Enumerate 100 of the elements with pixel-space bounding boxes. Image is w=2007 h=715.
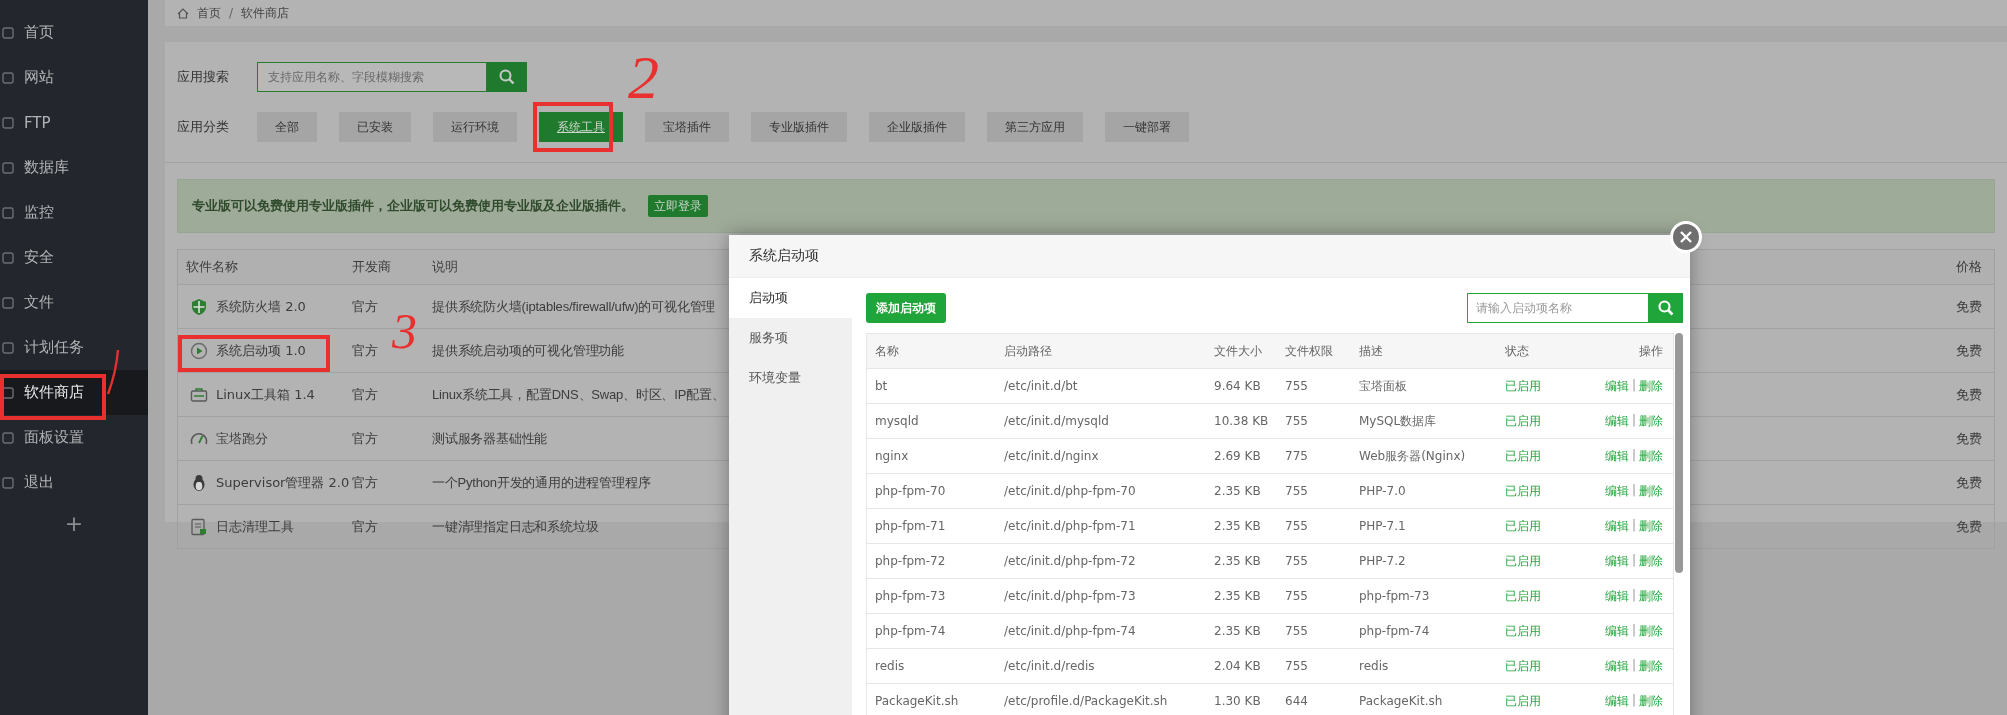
column-header: 文件权限 xyxy=(1284,342,1334,360)
status-text: 已启用 xyxy=(1504,692,1542,710)
software-name[interactable]: Supervisor管理器 2.0 xyxy=(216,473,350,492)
software-name[interactable]: 日志清理工具 xyxy=(216,517,294,536)
table-cell-text: 755 xyxy=(1284,659,1309,673)
table-cell-text: 免费 xyxy=(1955,385,1983,404)
table-cell-text: 755 xyxy=(1284,624,1309,638)
category-tab[interactable]: 运行环境 xyxy=(433,112,517,142)
delete-link[interactable]: 删除 xyxy=(1639,377,1664,395)
sidebar-item[interactable]: 首页 xyxy=(0,10,148,55)
category-tab[interactable]: 已安装 xyxy=(339,112,411,142)
edit-link[interactable]: 编辑 xyxy=(1605,587,1629,605)
sidebar-item[interactable]: 网站 xyxy=(0,55,148,100)
table-cell-text: 775 xyxy=(1284,449,1309,463)
login-button[interactable]: 立即登录 xyxy=(648,195,708,217)
edit-link[interactable]: 编辑 xyxy=(1605,517,1629,535)
delete-link[interactable]: 删除 xyxy=(1639,622,1664,640)
category-tab[interactable]: 企业版插件 xyxy=(869,112,965,142)
category-tab[interactable]: 全部 xyxy=(257,112,317,142)
table-cell-text: 755 xyxy=(1284,379,1309,393)
table-cell-text: 提供系统启动项的可视化管理功能 xyxy=(431,341,624,360)
delete-link[interactable]: 删除 xyxy=(1639,587,1664,605)
sidebar-item[interactable]: 数据库 xyxy=(0,145,148,190)
table-cell-text: /etc/init.d/nginx xyxy=(1003,449,1100,463)
edit-link[interactable]: 编辑 xyxy=(1605,657,1629,675)
table-cell-text: 免费 xyxy=(1955,297,1983,316)
table-cell-text: Linux系统工具，配置DNS、Swap、时区、IP配置、 xyxy=(431,385,725,404)
edit-link[interactable]: 编辑 xyxy=(1605,552,1629,570)
dialog-tab[interactable]: 服务项 xyxy=(729,318,852,358)
table-cell-text: php-fpm-73 xyxy=(1358,589,1431,603)
sidebar-item[interactable]: FTP xyxy=(0,100,148,145)
action-separator: | xyxy=(1632,377,1637,394)
pen-stroke-icon xyxy=(106,348,120,396)
action-separator: | xyxy=(1632,692,1637,709)
column-header: 软件名称 xyxy=(185,258,239,276)
category-tab[interactable]: 专业版插件 xyxy=(751,112,847,142)
edit-link[interactable]: 编辑 xyxy=(1605,412,1629,430)
dialog-tab[interactable]: 启动项 xyxy=(729,278,852,318)
table-cell-text: 1.30 KB xyxy=(1213,694,1262,708)
category-tab[interactable]: 宝塔插件 xyxy=(645,112,729,142)
category-tab[interactable]: 系统工具 xyxy=(539,112,623,142)
edit-link[interactable]: 编辑 xyxy=(1605,692,1629,710)
delete-link[interactable]: 删除 xyxy=(1639,447,1664,465)
delete-link[interactable]: 删除 xyxy=(1639,517,1664,535)
search-button[interactable] xyxy=(1649,293,1684,323)
sidebar-item[interactable]: 文件 xyxy=(0,280,148,325)
delete-link[interactable]: 删除 xyxy=(1639,482,1664,500)
sidebar-item[interactable]: 退出 xyxy=(0,460,148,505)
table-cell-text: 9.64 KB xyxy=(1213,379,1262,393)
table-cell-text: 755 xyxy=(1284,589,1309,603)
table-cell-text: 2.04 KB xyxy=(1213,659,1262,673)
breadcrumb-link[interactable]: 首页 xyxy=(197,4,221,22)
sidebar-item[interactable]: 安全 xyxy=(0,235,148,280)
table-cell-text: redis xyxy=(874,659,906,673)
column-header: 状态 xyxy=(1504,342,1530,360)
category-tab[interactable]: 一键部署 xyxy=(1105,112,1189,142)
table-cell-text: 755 xyxy=(1284,484,1309,498)
software-name[interactable]: 系统启动项 1.0 xyxy=(216,341,306,360)
sidebar-item[interactable]: 计划任务 xyxy=(0,325,148,370)
table-cell-text: 2.35 KB xyxy=(1213,554,1262,568)
search-field[interactable]: 请输入启动项名称 xyxy=(1467,293,1650,323)
breadcrumb-link[interactable]: 软件商店 xyxy=(241,4,290,22)
add-button[interactable]: + xyxy=(58,511,90,537)
sidebar-item[interactable]: 监控 xyxy=(0,190,148,235)
edit-link[interactable]: 编辑 xyxy=(1605,447,1629,465)
delete-link[interactable]: 删除 xyxy=(1639,692,1664,710)
category-tab[interactable]: 第三方应用 xyxy=(987,112,1083,142)
delete-link[interactable]: 删除 xyxy=(1639,657,1664,675)
table-cell-text: /etc/init.d/bt xyxy=(1003,379,1079,393)
delete-link[interactable]: 删除 xyxy=(1639,412,1664,430)
edit-link[interactable]: 编辑 xyxy=(1605,622,1629,640)
table-cell-text: 2.69 KB xyxy=(1213,449,1262,463)
delete-link[interactable]: 删除 xyxy=(1639,552,1664,570)
add-startup-button[interactable]: 添加启动项 xyxy=(866,293,946,323)
status-text: 已启用 xyxy=(1504,622,1542,640)
dialog-tab[interactable]: 环境变量 xyxy=(729,358,852,398)
status-text: 已启用 xyxy=(1504,517,1542,535)
search-field[interactable]: 支持应用名称、字段模糊搜索 xyxy=(257,62,487,92)
table-cell-text: /etc/init.d/redis xyxy=(1003,659,1096,673)
table-cell-text: MySQL数据库 xyxy=(1358,412,1438,430)
sidebar-item[interactable]: 面板设置 xyxy=(0,415,148,460)
table-cell-text: 2.35 KB xyxy=(1213,589,1262,603)
scrollbar[interactable] xyxy=(1675,333,1684,573)
table-cell-text: 官方 xyxy=(351,341,379,360)
column-header: 价格 xyxy=(1955,258,1983,276)
status-text: 已启用 xyxy=(1504,447,1542,465)
category-label: 应用分类 xyxy=(177,118,230,136)
software-name[interactable]: Linux工具箱 1.4 xyxy=(216,385,315,404)
table-cell-text: 官方 xyxy=(351,385,379,404)
dialog-title: 系统启动项 xyxy=(749,247,819,265)
play-icon xyxy=(190,341,208,360)
edit-link[interactable]: 编辑 xyxy=(1605,482,1629,500)
action-separator: | xyxy=(1632,447,1637,464)
edit-link[interactable]: 编辑 xyxy=(1605,377,1629,395)
software-name[interactable]: 系统防火墙 2.0 xyxy=(216,297,306,316)
search-button[interactable] xyxy=(487,62,527,92)
handwritten-annotation: 2 xyxy=(628,46,659,108)
software-name[interactable]: 宝塔跑分 xyxy=(216,429,268,448)
table-cell-text: 755 xyxy=(1284,414,1309,428)
table-cell-text: /etc/init.d/php-fpm-73 xyxy=(1003,589,1137,603)
